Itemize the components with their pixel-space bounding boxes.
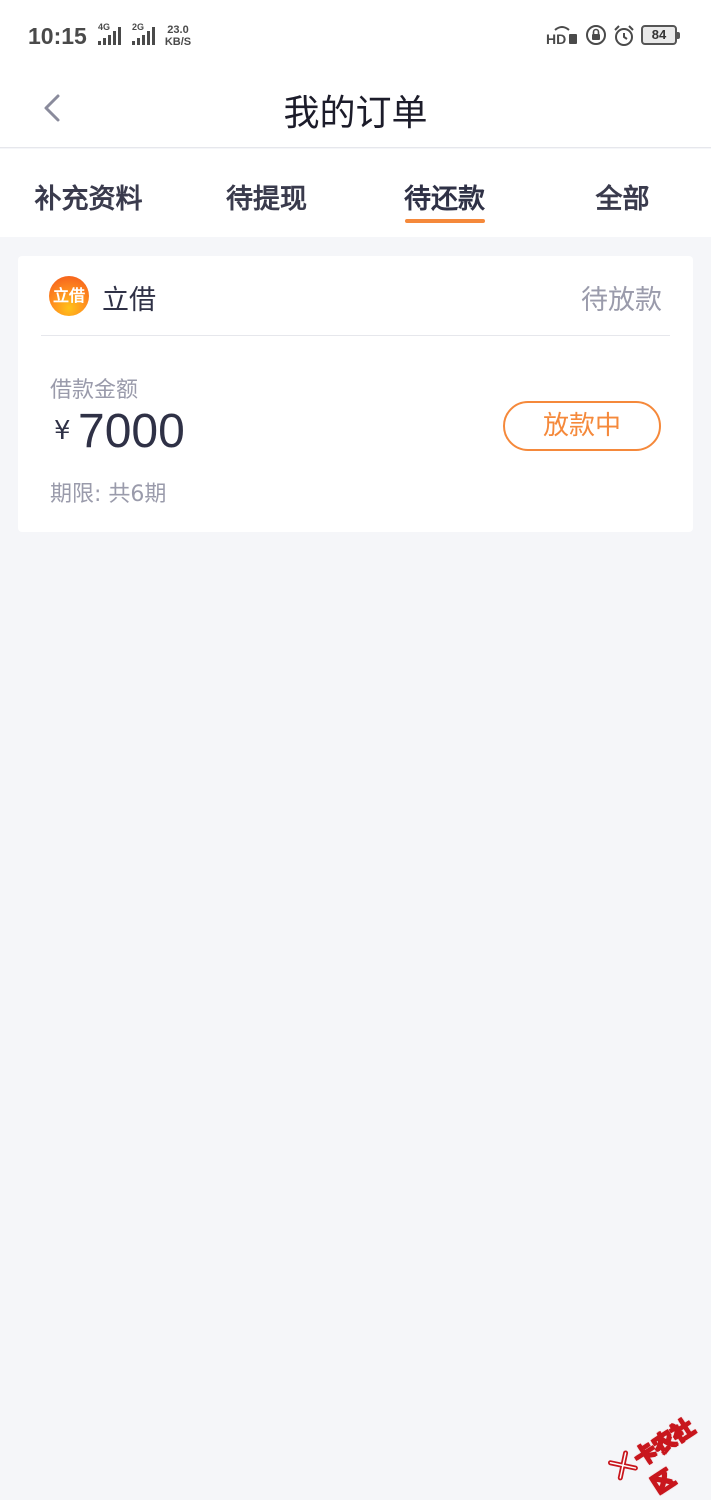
watermark: 卡农社区 — [591, 1378, 711, 1500]
disbursing-button[interactable]: 放款中 — [503, 401, 661, 451]
signal-2g-label: 2G — [132, 22, 145, 32]
svg-text:HD: HD — [546, 31, 566, 46]
tab-label: 全部 — [595, 184, 650, 215]
lender-logo: 立借 — [49, 276, 89, 316]
currency-symbol: ¥ — [54, 416, 71, 446]
lender-name: 立借 — [102, 285, 156, 316]
loan-amount: 7000 — [78, 405, 185, 458]
tab-label: 补充资料 — [34, 184, 143, 215]
tab-label: 待提现 — [226, 184, 307, 215]
page-title: 我的订单 — [283, 93, 428, 134]
navigation-header: 我的订单 — [0, 70, 711, 148]
tab-pending-withdrawal[interactable]: 待提现 — [178, 149, 355, 237]
status-bar: 10:15 4G 2G 23.0 KB/S HD 84 — [0, 0, 711, 70]
tab-supplement-info[interactable]: 补充资料 — [0, 149, 177, 237]
watermark-text: 卡农社区 — [630, 1415, 700, 1500]
hd-icon: HD — [546, 26, 577, 46]
signal-4g-icon: 4G — [96, 22, 126, 50]
signal-2g-icon: 2G — [130, 22, 160, 50]
loan-term: 期限: 共6期 — [50, 482, 167, 507]
tab-pending-repayment[interactable]: 待还款 — [356, 149, 533, 237]
order-status: 待放款 — [581, 285, 662, 316]
loan-amount-label: 借款金额 — [50, 378, 139, 403]
tab-all[interactable]: 全部 — [534, 149, 711, 237]
tab-label: 待还款 — [404, 184, 485, 215]
signal-4g-label: 4G — [98, 22, 111, 32]
network-speed: 23.0 KB/S — [162, 24, 194, 48]
order-tabs: 补充资料 待提现 待还款 全部 — [0, 149, 711, 237]
rotation-lock-icon — [586, 25, 606, 45]
network-speed-unit: KB/S — [164, 36, 192, 48]
order-card-header: 立借 立借 待放款 — [41, 256, 670, 336]
network-speed-value: 23.0 — [167, 24, 189, 36]
alarm-icon — [614, 25, 634, 46]
status-time: 10:15 — [28, 23, 87, 49]
battery-icon: 84 — [641, 25, 680, 45]
active-tab-indicator — [404, 219, 485, 223]
order-card[interactable]: 立借 立借 待放款 借款金额 ¥ 7000 期限: 共6期 放款中 — [18, 256, 693, 532]
